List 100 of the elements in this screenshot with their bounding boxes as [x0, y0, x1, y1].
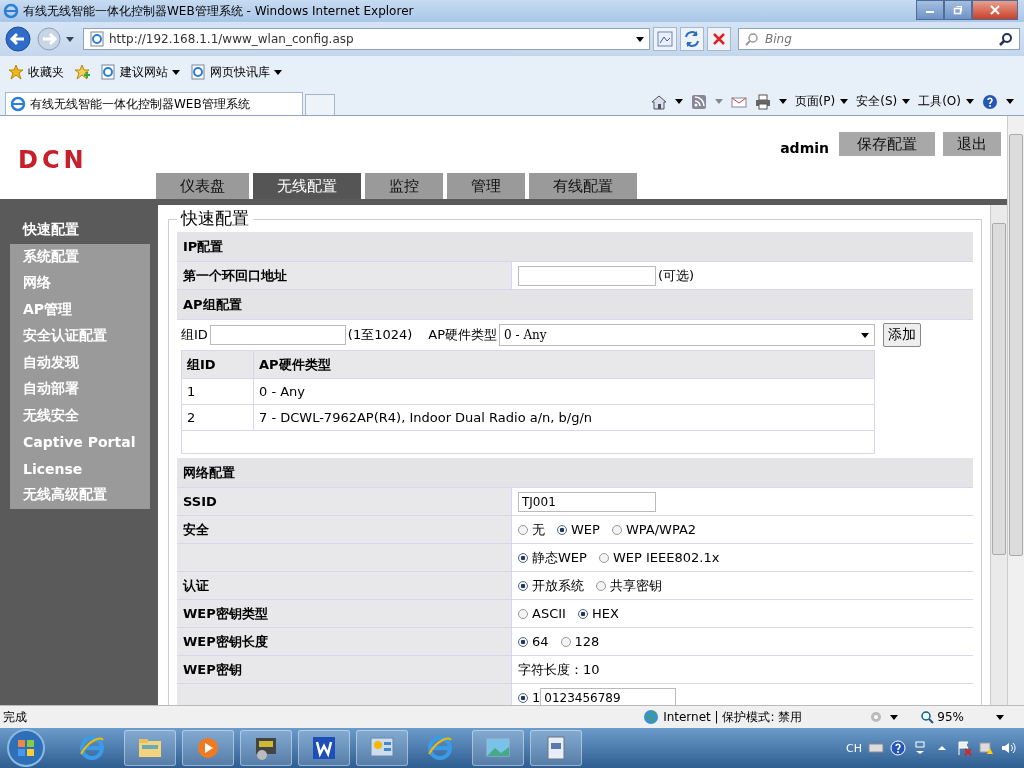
page-icon [89, 31, 105, 47]
compatibility-icon[interactable] [653, 27, 677, 51]
speaker-icon[interactable] [1000, 740, 1016, 756]
favorites-link[interactable]: 建议网站 [100, 63, 180, 81]
flag-icon[interactable] [956, 740, 972, 756]
radio-button[interactable] [611, 524, 622, 535]
nav-tab[interactable]: 管理 [447, 173, 525, 199]
radio-button[interactable] [598, 552, 609, 563]
radio-button[interactable] [518, 636, 528, 647]
keyboard-icon[interactable] [868, 740, 884, 756]
radio-button[interactable] [518, 580, 528, 591]
star-icon [8, 64, 24, 80]
refresh-icon[interactable] [680, 27, 704, 51]
start-button[interactable] [6, 728, 46, 768]
help-icon[interactable] [982, 93, 998, 110]
section-header: IP配置 [177, 232, 973, 262]
caret-icon [778, 99, 787, 104]
caret-icon [636, 36, 644, 42]
taskbar-button[interactable] [240, 730, 292, 766]
help-icon[interactable] [890, 740, 906, 756]
search-icon[interactable] [999, 32, 1013, 46]
window-title: 有线无线智能一体化控制器WEB管理系统 - Windows Internet Explorer [23, 2, 414, 20]
app-icon [426, 734, 454, 762]
input-field[interactable] [518, 265, 656, 286]
taskbar-button[interactable] [298, 730, 350, 766]
field-label: WEP密钥 [177, 656, 512, 683]
radio-label: 共享密钥 [610, 576, 662, 595]
menu-button[interactable]: 安全(S) [856, 93, 911, 110]
nav-tab[interactable]: 监控 [365, 173, 443, 199]
favorites-link[interactable]: 网页快讯库 [190, 63, 282, 81]
radio-button[interactable] [577, 608, 588, 619]
radio-label: 128 [574, 634, 600, 649]
network-icon[interactable] [978, 740, 994, 756]
restore-button[interactable] [944, 0, 972, 20]
nav-tab[interactable]: 有线配置 [529, 173, 637, 199]
header-button[interactable]: 退出 [943, 132, 1001, 156]
scrollbar[interactable] [990, 205, 1007, 705]
radio-button[interactable] [596, 580, 606, 591]
field-label: 认证 [177, 572, 512, 599]
status-text: 完成 [3, 708, 28, 726]
app-icon [310, 734, 338, 762]
caret-icon [714, 99, 723, 104]
field-label: 组ID [181, 326, 208, 344]
column-header: AP硬件类型 [258, 355, 331, 374]
add-button[interactable]: 添加 [883, 323, 922, 347]
stop-icon[interactable] [707, 27, 731, 51]
radio-button[interactable] [518, 524, 528, 535]
caret-icon [966, 99, 974, 104]
field-label: AP硬件类型 [428, 326, 498, 344]
caret-icon [902, 99, 911, 104]
app-icon [78, 734, 106, 762]
search-bar[interactable]: Bing [738, 28, 1020, 50]
add-favorite-icon[interactable] [74, 64, 90, 80]
taskbar-button[interactable] [530, 730, 582, 766]
minimize-button[interactable] [916, 0, 944, 20]
field-value: 字符长度：10 [518, 660, 600, 679]
browser-icon [10, 96, 26, 112]
radio-label: WEP IEEE802.1x [612, 550, 720, 565]
feed-icon[interactable] [690, 93, 707, 110]
radio-label: 静态WEP [532, 548, 587, 567]
radio-button[interactable] [560, 636, 571, 647]
browser-tab[interactable]: 有线无线智能一体化控制器WEB管理系统 [5, 92, 303, 115]
taskbar-button[interactable] [356, 730, 408, 766]
radio-button[interactable] [518, 692, 528, 703]
radio-label: WPA/WPA2 [625, 522, 697, 537]
home-icon[interactable] [650, 93, 667, 110]
table-cell-text: 0 - Any [258, 383, 306, 401]
language-indicator[interactable]: CH [846, 741, 862, 755]
menu-button[interactable]: 工具(O) [918, 93, 974, 110]
radio-label: 64 [532, 634, 549, 649]
window-icon[interactable] [912, 740, 928, 756]
zoom-control[interactable]: 95% [920, 710, 964, 724]
radio-button[interactable] [518, 552, 528, 563]
printer-icon[interactable] [754, 93, 771, 110]
user-name: admin [780, 140, 829, 156]
caret-icon [996, 714, 1004, 720]
close-button[interactable] [972, 0, 1018, 20]
dropdown[interactable]: 0 - Any [499, 324, 876, 346]
back-button[interactable] [4, 25, 32, 53]
menu-button[interactable]: 页面(P) [794, 93, 849, 110]
input-field[interactable] [209, 325, 346, 345]
key-index: 1 [532, 690, 541, 705]
zoom-icon [920, 710, 935, 724]
favorites-button[interactable]: 收藏夹 [8, 63, 64, 81]
hint-text: (可选) [658, 266, 695, 285]
search-icon [745, 32, 759, 46]
radio-label: ASCII [532, 606, 566, 621]
radio-button[interactable] [518, 608, 528, 619]
header-button[interactable]: 保存配置 [839, 132, 935, 156]
address-field[interactable]: http://192.168.1.1/www_wlan_config.asp [83, 28, 650, 50]
caret-icon [861, 332, 870, 338]
input-field[interactable]: TJ001 [518, 491, 656, 512]
nav-tab[interactable]: 无线配置 [253, 173, 361, 199]
input-field[interactable]: 0123456789 [540, 687, 677, 705]
radio-button[interactable] [557, 524, 567, 535]
nav-tab[interactable]: 仪表盘 [156, 173, 249, 199]
security-zone: Internet | 保护模式: 禁用 [643, 708, 863, 726]
scrollbar[interactable] [1007, 116, 1024, 705]
column-header: 组ID [182, 351, 254, 378]
page-icon [100, 64, 116, 80]
